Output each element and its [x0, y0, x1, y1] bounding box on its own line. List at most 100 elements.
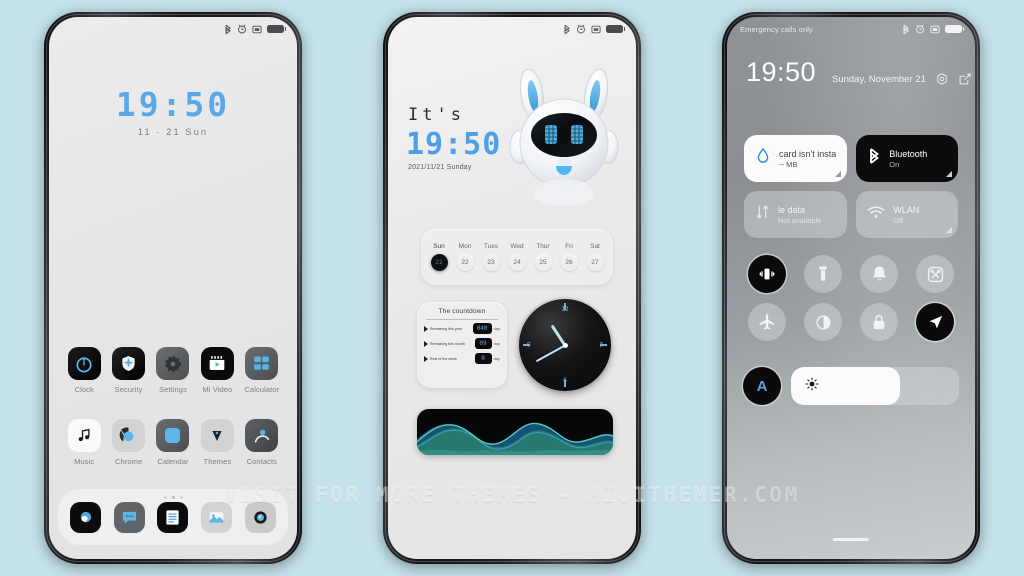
- app-contacts[interactable]: Contacts: [240, 419, 284, 466]
- airplane-toggle[interactable]: [748, 303, 786, 341]
- battery-icon: [606, 25, 625, 33]
- calendar-day[interactable]: Tues 23: [482, 243, 500, 271]
- music-note-icon: [67, 419, 101, 452]
- expand-corner-icon[interactable]: [946, 227, 952, 233]
- app-label: Themes: [203, 457, 232, 466]
- app-label: Contacts: [246, 457, 277, 466]
- quick-settings-tiles: card isn't insta -- MB Bluetooth On le d…: [744, 135, 958, 238]
- tile-bluetooth[interactable]: Bluetooth On: [856, 135, 958, 182]
- calendar-dow: Thur: [536, 243, 550, 250]
- darkmode-toggle[interactable]: [804, 303, 842, 341]
- calendar-dow: Sat: [590, 243, 600, 250]
- app-clock[interactable]: Clock: [62, 347, 106, 394]
- tile-text: le data Not available: [778, 205, 821, 225]
- app-security[interactable]: Security: [106, 347, 150, 394]
- app-grid-row-2: Music Chrome Calendar Themes Contacts: [62, 419, 284, 466]
- countdown-unit: day: [493, 326, 500, 331]
- clock-center-pin: [562, 342, 568, 348]
- phone-lock-screen: It's 19:50 2021/11/21 Sunday Sun 21 Mon …: [383, 12, 641, 564]
- countdown-value: 09: [474, 338, 492, 349]
- settings-gear-icon[interactable]: [935, 72, 949, 86]
- flashlight-toggle[interactable]: [804, 255, 842, 293]
- mobile-data-icon: [755, 203, 770, 226]
- control-center-clock: 19:50: [746, 57, 817, 87]
- tile-mobile-data[interactable]: le data Not available: [744, 191, 848, 238]
- notes-icon[interactable]: [157, 501, 189, 533]
- lock-clock: 19:50: [406, 127, 502, 162]
- calendar-date: 22: [456, 254, 474, 271]
- edit-icon[interactable]: [958, 72, 972, 86]
- app-mi-video[interactable]: Mi Video: [195, 347, 239, 394]
- countdown-label: Remaining this year: [430, 326, 462, 331]
- message-bubble-icon[interactable]: [113, 501, 145, 533]
- alarm-icon: [915, 24, 925, 34]
- contacts-icon: [245, 419, 279, 452]
- countdown-value: 040: [472, 323, 492, 334]
- calendar-widget[interactable]: Sun 21 Mon 22 Tues 23 Wed 24 Thur 25 Fri…: [421, 229, 613, 285]
- calendar-icon: [156, 419, 190, 452]
- auto-brightness-button[interactable]: A: [743, 367, 781, 405]
- arrow-icon: [424, 340, 428, 347]
- location-toggle[interactable]: [916, 303, 954, 341]
- robot-mascot-icon: [500, 65, 628, 207]
- countdown-row: Rest of the week 0 day: [424, 353, 500, 364]
- app-themes[interactable]: Themes: [195, 419, 239, 466]
- calendar-day[interactable]: Sun 21: [430, 243, 448, 271]
- app-label: Mi Video: [202, 385, 233, 394]
- gallery-icon[interactable]: [201, 501, 233, 533]
- clock-tick: [523, 344, 530, 346]
- app-chrome[interactable]: Chrome: [106, 419, 150, 466]
- analog-clock-widget[interactable]: 12 3 6 9: [519, 299, 611, 391]
- statusbar-phone2: [388, 17, 636, 41]
- clock-icon: [67, 347, 101, 380]
- calendar-day[interactable]: Thur 25: [534, 243, 552, 271]
- tile-wlan[interactable]: WLAN Off: [856, 191, 958, 238]
- screenshot-toggle[interactable]: [916, 255, 954, 293]
- screen-home: 19:50 11 · 21 Sun Clock Security Setting…: [49, 17, 297, 559]
- app-calculator[interactable]: Calculator: [240, 347, 284, 394]
- app-label: Chrome: [114, 457, 143, 466]
- expand-corner-icon[interactable]: [946, 171, 952, 177]
- ringtone-toggle[interactable]: [860, 255, 898, 293]
- app-settings[interactable]: Settings: [151, 347, 195, 394]
- countdown-widget[interactable]: The countdown Remaining this year 040 da…: [417, 302, 507, 388]
- screen-control-center: Emergency calls only 19:50 Sunday, Novem…: [727, 17, 975, 559]
- calculator-icon: [245, 347, 279, 380]
- lock-toggle[interactable]: [860, 303, 898, 341]
- calendar-dow: Sun: [433, 243, 445, 250]
- tile-subtitle: On: [889, 159, 900, 169]
- brightness-slider[interactable]: [791, 367, 959, 405]
- lock-its-label: It's: [408, 105, 465, 125]
- app-label: Security: [114, 385, 143, 394]
- countdown-row: Remaining this month 09 day: [424, 338, 500, 349]
- calendar-dow: Fri: [565, 243, 573, 250]
- toggle-grid: [743, 255, 959, 341]
- tile-title: card isn't insta: [779, 148, 837, 159]
- calendar-date: 27: [586, 254, 604, 271]
- calendar-day[interactable]: Fri 26: [560, 243, 578, 271]
- tile-text: WLAN Off: [893, 205, 919, 225]
- countdown-unit: day: [493, 356, 500, 361]
- calendar-day[interactable]: Wed 24: [508, 243, 526, 271]
- browser-compass-icon[interactable]: [244, 501, 276, 533]
- arrow-icon: [424, 355, 428, 362]
- countdown-row: Remaining this year 040 day: [424, 323, 500, 334]
- audio-wave-visualizer[interactable]: [417, 409, 613, 455]
- tile-sim-card[interactable]: card isn't insta -- MB: [744, 135, 848, 182]
- calendar-day[interactable]: Mon 22: [456, 243, 474, 271]
- calendar-day[interactable]: Sat 27: [586, 243, 604, 271]
- app-calendar[interactable]: Calendar: [151, 419, 195, 466]
- tile-title: le data: [778, 204, 806, 215]
- vibrate-toggle[interactable]: [748, 255, 786, 293]
- alarm-icon: [237, 24, 247, 34]
- app-music[interactable]: Music: [62, 419, 106, 466]
- control-center-header: Sunday, November 21: [832, 72, 972, 86]
- sim-card-icon: [930, 25, 940, 34]
- camera-icon[interactable]: [70, 501, 102, 533]
- app-label: Calendar: [157, 457, 189, 466]
- home-clock: 19:50: [115, 85, 231, 124]
- chrome-icon: [112, 419, 146, 452]
- expand-corner-icon[interactable]: [835, 171, 842, 177]
- carrier-label: Emergency calls only: [740, 24, 813, 34]
- drag-handle[interactable]: [833, 537, 869, 541]
